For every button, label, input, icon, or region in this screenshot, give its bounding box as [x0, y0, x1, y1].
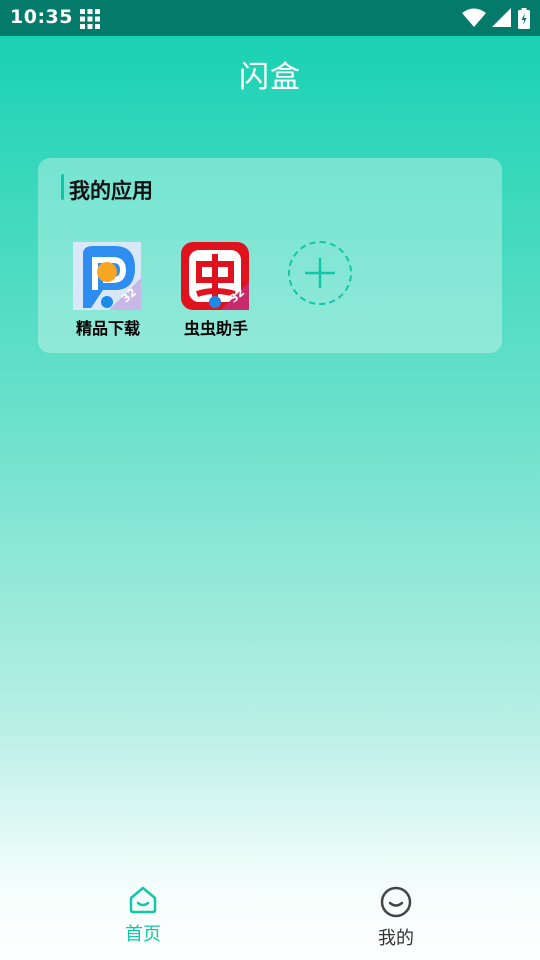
status-bar: 10:35	[0, 0, 540, 36]
plus-icon	[305, 258, 335, 288]
nav-label-home: 首页	[125, 924, 161, 945]
my-apps-title: 我的应用	[69, 179, 153, 203]
nav-item-home[interactable]: 首页	[83, 886, 203, 946]
app-grid-icon	[80, 9, 100, 29]
cellular-signal-icon	[492, 8, 511, 27]
page-title: 闪盒	[239, 60, 301, 95]
card-title-accent	[61, 174, 64, 200]
status-icons	[462, 7, 530, 29]
app-label: 精品下载	[75, 319, 140, 338]
battery-icon	[518, 7, 530, 29]
home-icon	[129, 886, 157, 914]
update-dot	[101, 296, 113, 308]
add-app-button[interactable]	[288, 241, 352, 305]
app-label: 虫虫助手	[183, 319, 248, 338]
bottom-nav: 首页 我的	[0, 870, 540, 960]
nav-item-mine[interactable]: 我的	[336, 886, 456, 950]
wifi-icon	[462, 8, 486, 27]
smiley-icon	[380, 886, 412, 918]
my-apps-card: 我的应用 32 精品下载 32 虫虫助手	[38, 158, 502, 353]
update-dot	[209, 296, 221, 308]
status-time: 10:35	[10, 6, 73, 28]
nav-label-mine: 我的	[378, 928, 414, 949]
